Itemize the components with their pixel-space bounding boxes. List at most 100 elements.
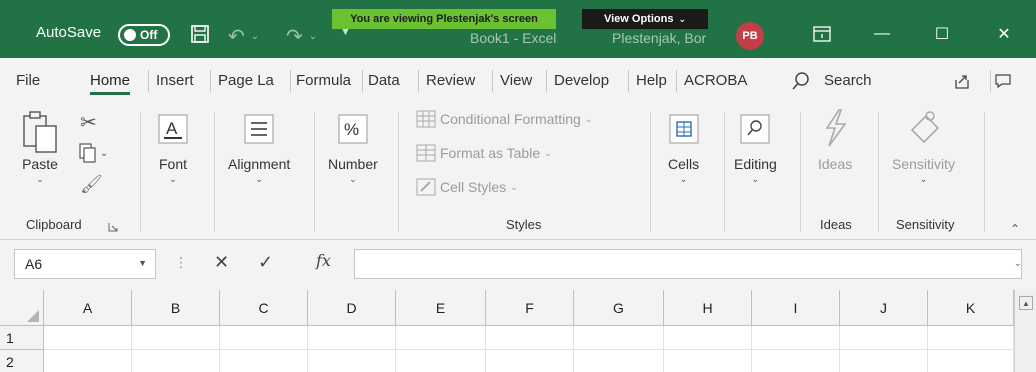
cell-i1[interactable] xyxy=(752,326,840,350)
dialog-launcher-icon[interactable] xyxy=(108,220,118,232)
cell-styles-button[interactable]: Cell Styles ⌄ xyxy=(416,178,518,196)
tab-acrobat[interactable]: ACROBA xyxy=(684,72,747,89)
tab-insert[interactable]: Insert xyxy=(156,72,194,89)
cells-label: Cells xyxy=(668,156,700,172)
column-header-k[interactable]: K xyxy=(928,290,1014,326)
font-button[interactable]: A Font ⌄ xyxy=(158,114,188,185)
column-header-e[interactable]: E xyxy=(396,290,486,326)
group-separator xyxy=(724,112,725,232)
cancel-icon[interactable]: ✕ xyxy=(214,252,229,273)
column-header-d[interactable]: D xyxy=(308,290,396,326)
cut-icon[interactable]: ✂ xyxy=(80,110,97,135)
alignment-button[interactable]: Alignment ⌄ xyxy=(228,114,290,185)
tab-separator xyxy=(628,70,629,92)
cell-e1[interactable] xyxy=(396,326,486,350)
cell-h2[interactable] xyxy=(664,350,752,372)
column-header-g[interactable]: G xyxy=(574,290,664,326)
cell-j2[interactable] xyxy=(840,350,928,372)
collapse-ribbon-icon[interactable]: ⌃ xyxy=(1010,222,1020,236)
chevron-down-icon: ⌄ xyxy=(678,13,687,24)
maximize-button[interactable]: ☐ xyxy=(922,18,962,50)
ideas-icon xyxy=(825,109,847,147)
cell-e2[interactable] xyxy=(396,350,486,372)
cell-k2[interactable] xyxy=(928,350,1014,372)
view-options-button[interactable]: View Options ⌄ xyxy=(582,9,708,29)
cell-styles-icon xyxy=(416,178,436,196)
cell-g1[interactable] xyxy=(574,326,664,350)
tab-review[interactable]: Review xyxy=(426,72,475,89)
cell-f2[interactable] xyxy=(486,350,574,372)
close-button[interactable]: ✕ xyxy=(984,18,1024,50)
ribbon-home: Paste ⌄ ✂ ⌄ 🖌 Clipboard A Font ⌄ Alignme… xyxy=(0,104,1036,240)
row-header-1[interactable]: 1 xyxy=(0,326,44,350)
cell-a2[interactable] xyxy=(44,350,132,372)
tab-formulas[interactable]: Formula xyxy=(296,72,351,89)
tab-help[interactable]: Help xyxy=(636,72,667,89)
tab-page-layout[interactable]: Page La xyxy=(218,72,274,89)
tab-view[interactable]: View xyxy=(500,72,532,89)
cell-j1[interactable] xyxy=(840,326,928,350)
format-painter-icon[interactable]: 🖌 xyxy=(80,174,103,195)
column-header-j[interactable]: J xyxy=(840,290,928,326)
copy-icon[interactable]: ⌄ xyxy=(78,142,110,167)
column-header-i[interactable]: I xyxy=(752,290,840,326)
comments-button[interactable] xyxy=(990,70,1014,92)
formula-bar: A6 ▼ ⋮ ✕ ✓ fx ⌄ xyxy=(0,240,1036,290)
share-button[interactable] xyxy=(950,70,974,92)
tab-file[interactable]: File xyxy=(16,72,40,89)
cell-d1[interactable] xyxy=(308,326,396,350)
cell-g2[interactable] xyxy=(574,350,664,372)
search-icon[interactable] xyxy=(790,70,812,92)
number-button[interactable]: % Number ⌄ xyxy=(328,114,378,185)
scroll-up-icon[interactable]: ▲ xyxy=(1019,296,1033,310)
save-icon[interactable] xyxy=(190,24,210,44)
column-header-b[interactable]: B xyxy=(132,290,220,326)
column-header-f[interactable]: F xyxy=(486,290,574,326)
cell-c2[interactable] xyxy=(220,350,308,372)
user-name[interactable]: Plestenjak, Bor xyxy=(612,30,706,46)
tab-developer[interactable]: Develop xyxy=(554,72,609,89)
column-header-row: A B C D E F G H I J K xyxy=(0,290,1014,326)
insert-function-icon[interactable]: fx xyxy=(316,251,331,270)
search-box[interactable]: Search xyxy=(824,72,872,89)
cell-d2[interactable] xyxy=(308,350,396,372)
cell-b2[interactable] xyxy=(132,350,220,372)
column-header-a[interactable]: A xyxy=(44,290,132,326)
cell-b1[interactable] xyxy=(132,326,220,350)
redo-icon[interactable]: ↷ ⌄ xyxy=(286,24,317,49)
minimize-button[interactable]: — xyxy=(862,18,902,50)
select-all-button[interactable] xyxy=(0,290,44,326)
cell-h1[interactable] xyxy=(664,326,752,350)
check-icon[interactable]: ✓ xyxy=(258,252,273,273)
vertical-scrollbar[interactable]: ▲ xyxy=(1014,290,1036,372)
tab-data[interactable]: Data xyxy=(368,72,400,89)
formula-input[interactable] xyxy=(354,249,1022,279)
cells-button[interactable]: Cells ⌄ xyxy=(668,114,699,185)
expand-formula-bar-icon[interactable]: ⌄ xyxy=(1014,258,1022,269)
cell-a1[interactable] xyxy=(44,326,132,350)
row-header-2[interactable]: 2 xyxy=(0,350,44,372)
paste-button[interactable]: Paste ⌄ xyxy=(22,110,58,185)
conditional-formatting-button[interactable]: Conditional Formatting ⌄ xyxy=(416,110,592,128)
ribbon-display-options-icon[interactable] xyxy=(812,24,832,44)
sensitivity-button[interactable]: Sensitivity ⌄ xyxy=(892,108,955,185)
chevron-down-icon[interactable]: ▼ xyxy=(138,258,147,268)
group-separator xyxy=(140,112,141,232)
column-header-h[interactable]: H xyxy=(664,290,752,326)
cell-k1[interactable] xyxy=(928,326,1014,350)
drag-handle-icon[interactable]: ⋮ xyxy=(174,254,188,271)
tab-home[interactable]: Home xyxy=(90,72,131,95)
name-box[interactable]: A6 ▼ xyxy=(14,249,156,279)
editing-button[interactable]: Editing ⌄ xyxy=(734,114,777,185)
ideas-button[interactable]: Ideas xyxy=(818,108,852,172)
cells-icon xyxy=(669,114,699,144)
cell-i2[interactable] xyxy=(752,350,840,372)
autosave-toggle[interactable]: Off xyxy=(118,24,170,46)
avatar[interactable]: PB xyxy=(736,22,764,50)
format-as-table-button[interactable]: Format as Table ⌄ xyxy=(416,144,552,162)
column-header-c[interactable]: C xyxy=(220,290,308,326)
undo-icon[interactable]: ↶ ⌄ xyxy=(228,24,259,49)
cell-f1[interactable] xyxy=(486,326,574,350)
cell-c1[interactable] xyxy=(220,326,308,350)
sensitivity-label: Sensitivity xyxy=(892,156,956,172)
